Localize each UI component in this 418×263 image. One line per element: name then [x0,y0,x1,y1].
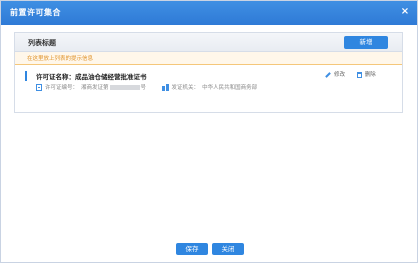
delete-action[interactable]: 删除 [356,70,376,78]
item-accent-bar [25,71,27,81]
list-hint-text: 在这里放上列表的提示信息 [27,56,94,62]
item-actions: 修改 删除 [325,70,386,78]
close-button[interactable]: 关闭 [212,243,244,255]
edit-label: 修改 [334,72,346,78]
document-icon [36,84,42,91]
trash-icon [356,71,362,78]
list-hint-bar: 在这里放上列表的提示信息 [15,52,402,65]
edit-action[interactable]: 修改 [325,70,345,78]
close-icon[interactable]: × [399,6,411,18]
dialog-titlebar: 前置许可集合 × [1,1,417,25]
list-panel-title: 列表标题 [28,39,56,47]
item-meta: 许可证编号： 湘商发证第 号 发证机关： 中华人民共和国商务部 [36,83,257,91]
license-number-suffix: 号 [140,85,147,91]
list-panel: 列表标题 新增 在这里放上列表的提示信息 许可证名称：成品油仓储经营批准证书 许… [14,32,403,113]
list-panel-header: 列表标题 新增 [15,33,402,52]
license-number-prefix: 湘商发证第 [81,85,109,91]
permit-collection-dialog: 前置许可集合 × 列表标题 新增 在这里放上列表的提示信息 许可证名称：成品油仓… [0,0,418,263]
pencil-icon [325,72,331,78]
issuer-icon [161,84,169,91]
delete-label: 删除 [364,72,376,78]
item-name: 许可证名称：成品油仓储经营批准证书 [36,73,147,81]
add-button[interactable]: 新增 [344,36,388,49]
save-button[interactable]: 保存 [176,243,208,255]
license-number-label: 许可证编号： [45,85,79,91]
issuer-value: 中华人民共和国商务部 [202,85,258,91]
issuer-label: 发证机关： [171,85,200,91]
license-number-redacted [109,85,140,90]
dialog-title: 前置许可集合 [10,8,61,17]
